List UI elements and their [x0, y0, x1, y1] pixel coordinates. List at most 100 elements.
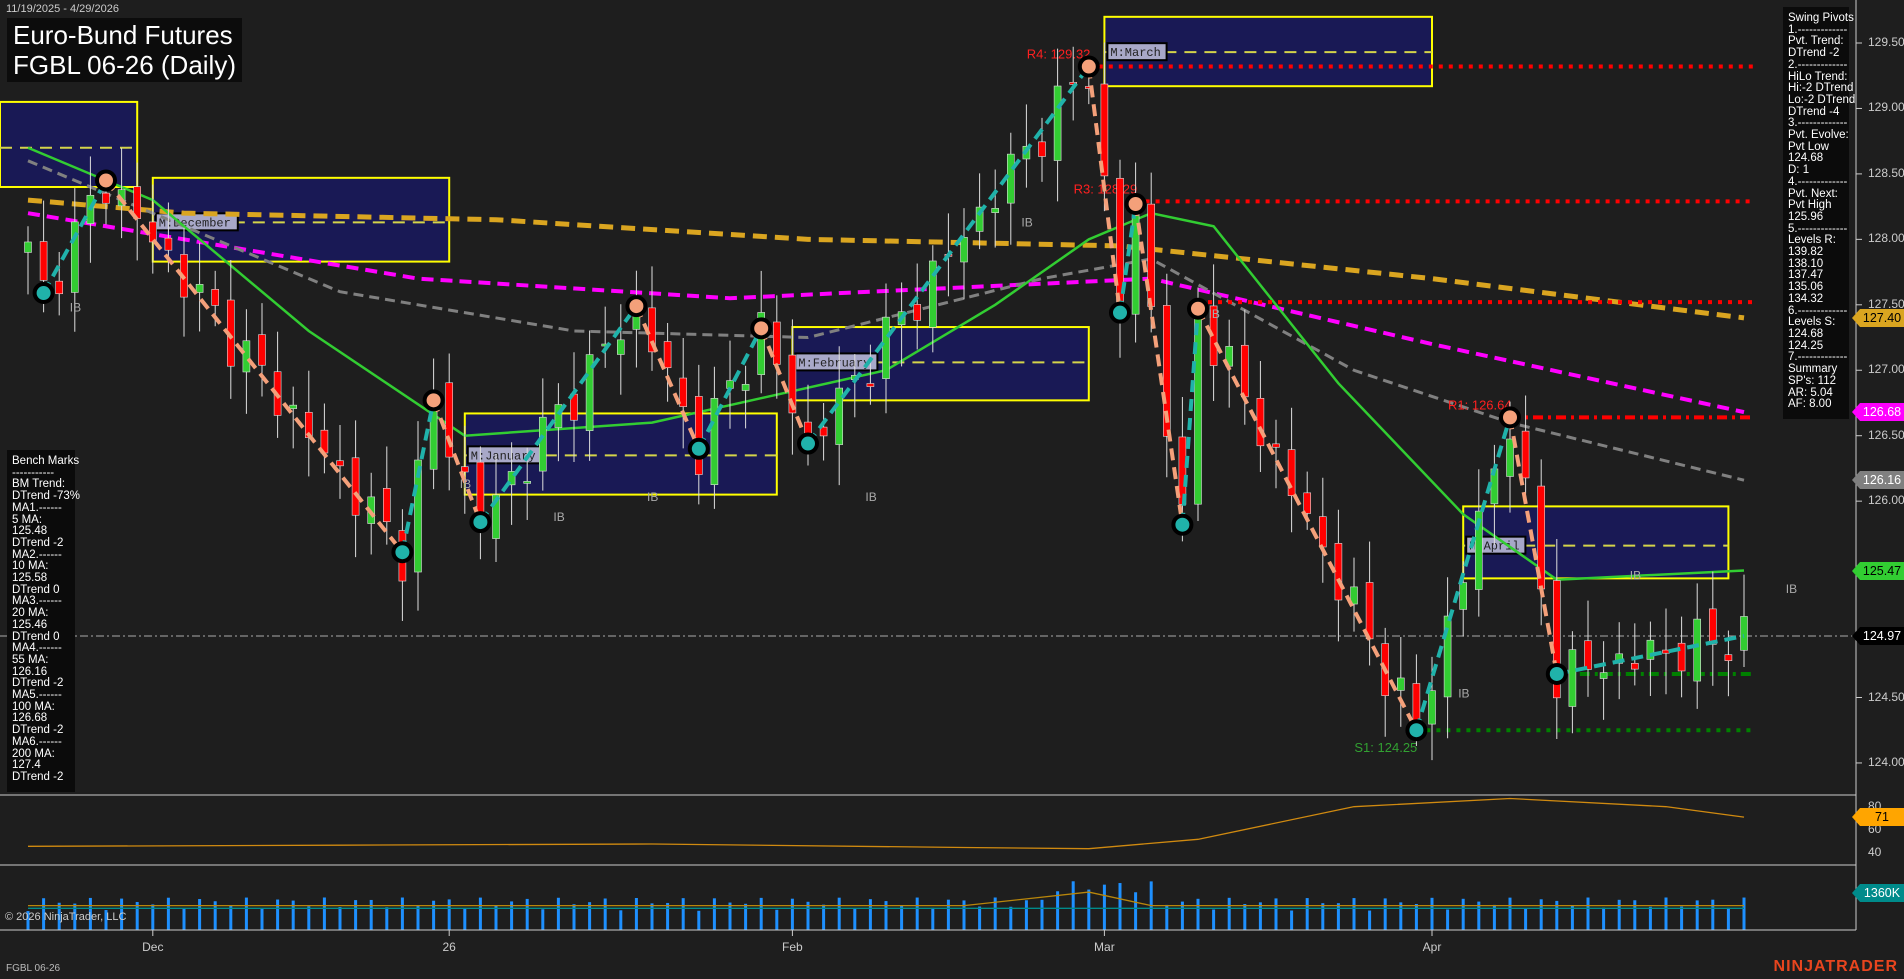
swing-low-marker: [32, 282, 55, 305]
price-tick-label: 129.00: [1868, 100, 1904, 115]
price-tick-label: 124.00: [1868, 754, 1904, 769]
monthly-box-label: M:March: [1110, 46, 1160, 60]
candle-body: [1194, 305, 1202, 505]
candle-body: [1709, 608, 1717, 645]
price-tick-label: 128.50: [1868, 165, 1904, 180]
candle-body: [1053, 85, 1062, 161]
swing-low-marker: [797, 432, 819, 455]
panel-line: DTrend -2: [12, 536, 64, 549]
swing-high-marker: [750, 317, 773, 340]
candle-body: [1006, 153, 1015, 204]
swing-high-marker: [1077, 55, 1100, 78]
candle-body: [663, 341, 672, 369]
copyright: © 2026 NinjaTrader, LLC: [5, 911, 127, 923]
indicator-tick-label: 40: [1868, 845, 1882, 860]
ib-label: IB: [460, 477, 471, 491]
swing-pivots-panel: Swing Pivots 1.------------- Pvt. Trend: DT…: [1783, 7, 1856, 419]
candle-body: [616, 339, 625, 355]
candle-body: [1521, 430, 1530, 479]
indicator-pane: [27, 797, 1745, 850]
candle-body: [1693, 618, 1701, 682]
price-tick-label: 128.00: [1868, 231, 1904, 246]
swing-low-marker: [1109, 301, 1131, 324]
candle-body: [1506, 438, 1514, 477]
panel-line: MA1.------: [12, 501, 62, 514]
candle-body: [1147, 203, 1155, 307]
candle-body: [258, 334, 266, 366]
volume-value-tag: 1360K: [1852, 884, 1904, 903]
candle-body: [242, 340, 251, 373]
candle-body: [1428, 690, 1436, 725]
panel-line: 139.82: [1788, 246, 1824, 259]
candle-body: [694, 396, 703, 475]
date-range: 11/19/2025 - 4/29/2026: [6, 3, 119, 15]
candle-body: [1740, 616, 1748, 651]
candle-body: [882, 316, 890, 379]
price-tick-label: 126.00: [1868, 493, 1904, 508]
monthly-box-label: M:February: [798, 356, 870, 370]
swing-high-marker: [422, 389, 445, 412]
price-tag: 126.68: [1852, 403, 1904, 422]
price-tick-label: 126.50: [1868, 427, 1904, 442]
candle-body: [523, 481, 532, 484]
candle-body: [164, 237, 173, 251]
panel-line: 124.68: [1788, 327, 1824, 340]
ninjatrader-logo: NINJATRADER: [1773, 958, 1898, 975]
bench-marks-panel: Bench Marks ----------- BM Trend: DTrend -7…: [7, 450, 80, 792]
chart-canvas[interactable]: M:DecemberM:JanuaryM:FebruaryM:MarchM:Ap…: [0, 0, 1904, 979]
candle-body: [195, 284, 204, 293]
candle-body: [1256, 398, 1265, 447]
candle-body: [55, 280, 64, 295]
candle-body: [538, 416, 547, 472]
panel-line: Bench Marks: [12, 455, 80, 467]
price-tick-label: 127.00: [1868, 362, 1904, 377]
swing-high-marker: [625, 295, 648, 318]
volume-pane: [26, 881, 1746, 930]
panel-line: Lo:-2 DTrend: [1788, 93, 1856, 106]
candle-body: [24, 241, 32, 253]
swing-high-marker: [1499, 406, 1521, 429]
candle-body: [211, 289, 219, 306]
candle-body: [102, 192, 110, 204]
candle-body: [149, 221, 157, 243]
monthly-box-label: M:December: [159, 216, 231, 230]
candle-body: [1568, 649, 1577, 707]
candle-body: [1303, 492, 1311, 514]
panel-line: 125.58: [12, 572, 48, 585]
swing-low-marker: [469, 511, 492, 534]
swing-high-marker: [1124, 193, 1147, 216]
date-tick-label: 26: [442, 940, 456, 954]
ib-label: IB: [1786, 582, 1797, 596]
price-tag: 126.16: [1852, 471, 1904, 490]
ib-label: IB: [70, 300, 81, 314]
candle-body: [351, 457, 360, 516]
indicator-line: [27, 797, 1745, 850]
panel-line: DTrend -2: [12, 770, 64, 783]
swing-low-marker: [391, 541, 414, 564]
panel-line: AF: 8.00: [1788, 398, 1832, 411]
panel-line: Swing Pivots: [1788, 12, 1854, 24]
candle-body: [1724, 654, 1733, 661]
panel-line: 125.96: [1788, 210, 1824, 223]
candle-body: [289, 404, 298, 409]
ib-label: IB: [1209, 307, 1220, 321]
ib-label: IB: [1021, 215, 1032, 229]
candle-body: [1241, 344, 1249, 398]
chart-title: Euro-Bund Futures FGBL 06-26 (Daily): [7, 18, 242, 82]
monthly-value-boxes: M:DecemberM:JanuaryM:FebruaryM:MarchM:Ap…: [0, 15, 1730, 580]
panel-line: MA6.------: [12, 735, 62, 748]
panel-line: MA5.------: [12, 689, 62, 702]
ib-label: IB: [553, 510, 564, 524]
date-tick-label: Apr: [1422, 940, 1442, 954]
ib-label: IB: [1458, 687, 1469, 701]
panel-line: Pvt. Evolve:: [1788, 129, 1849, 142]
panel-line: SP's: 112: [1788, 374, 1837, 387]
panel-line: 2.-------------: [1788, 58, 1848, 71]
candle-body: [679, 377, 688, 407]
swing-low-marker: [1405, 719, 1428, 742]
ib-label: IB: [865, 490, 876, 504]
date-tick-label: Dec: [142, 940, 164, 954]
instrument-symbol: FGBL 06-26 (Daily): [13, 50, 236, 80]
price-tag: 124.97: [1852, 626, 1904, 645]
candle-body: [991, 208, 1000, 213]
